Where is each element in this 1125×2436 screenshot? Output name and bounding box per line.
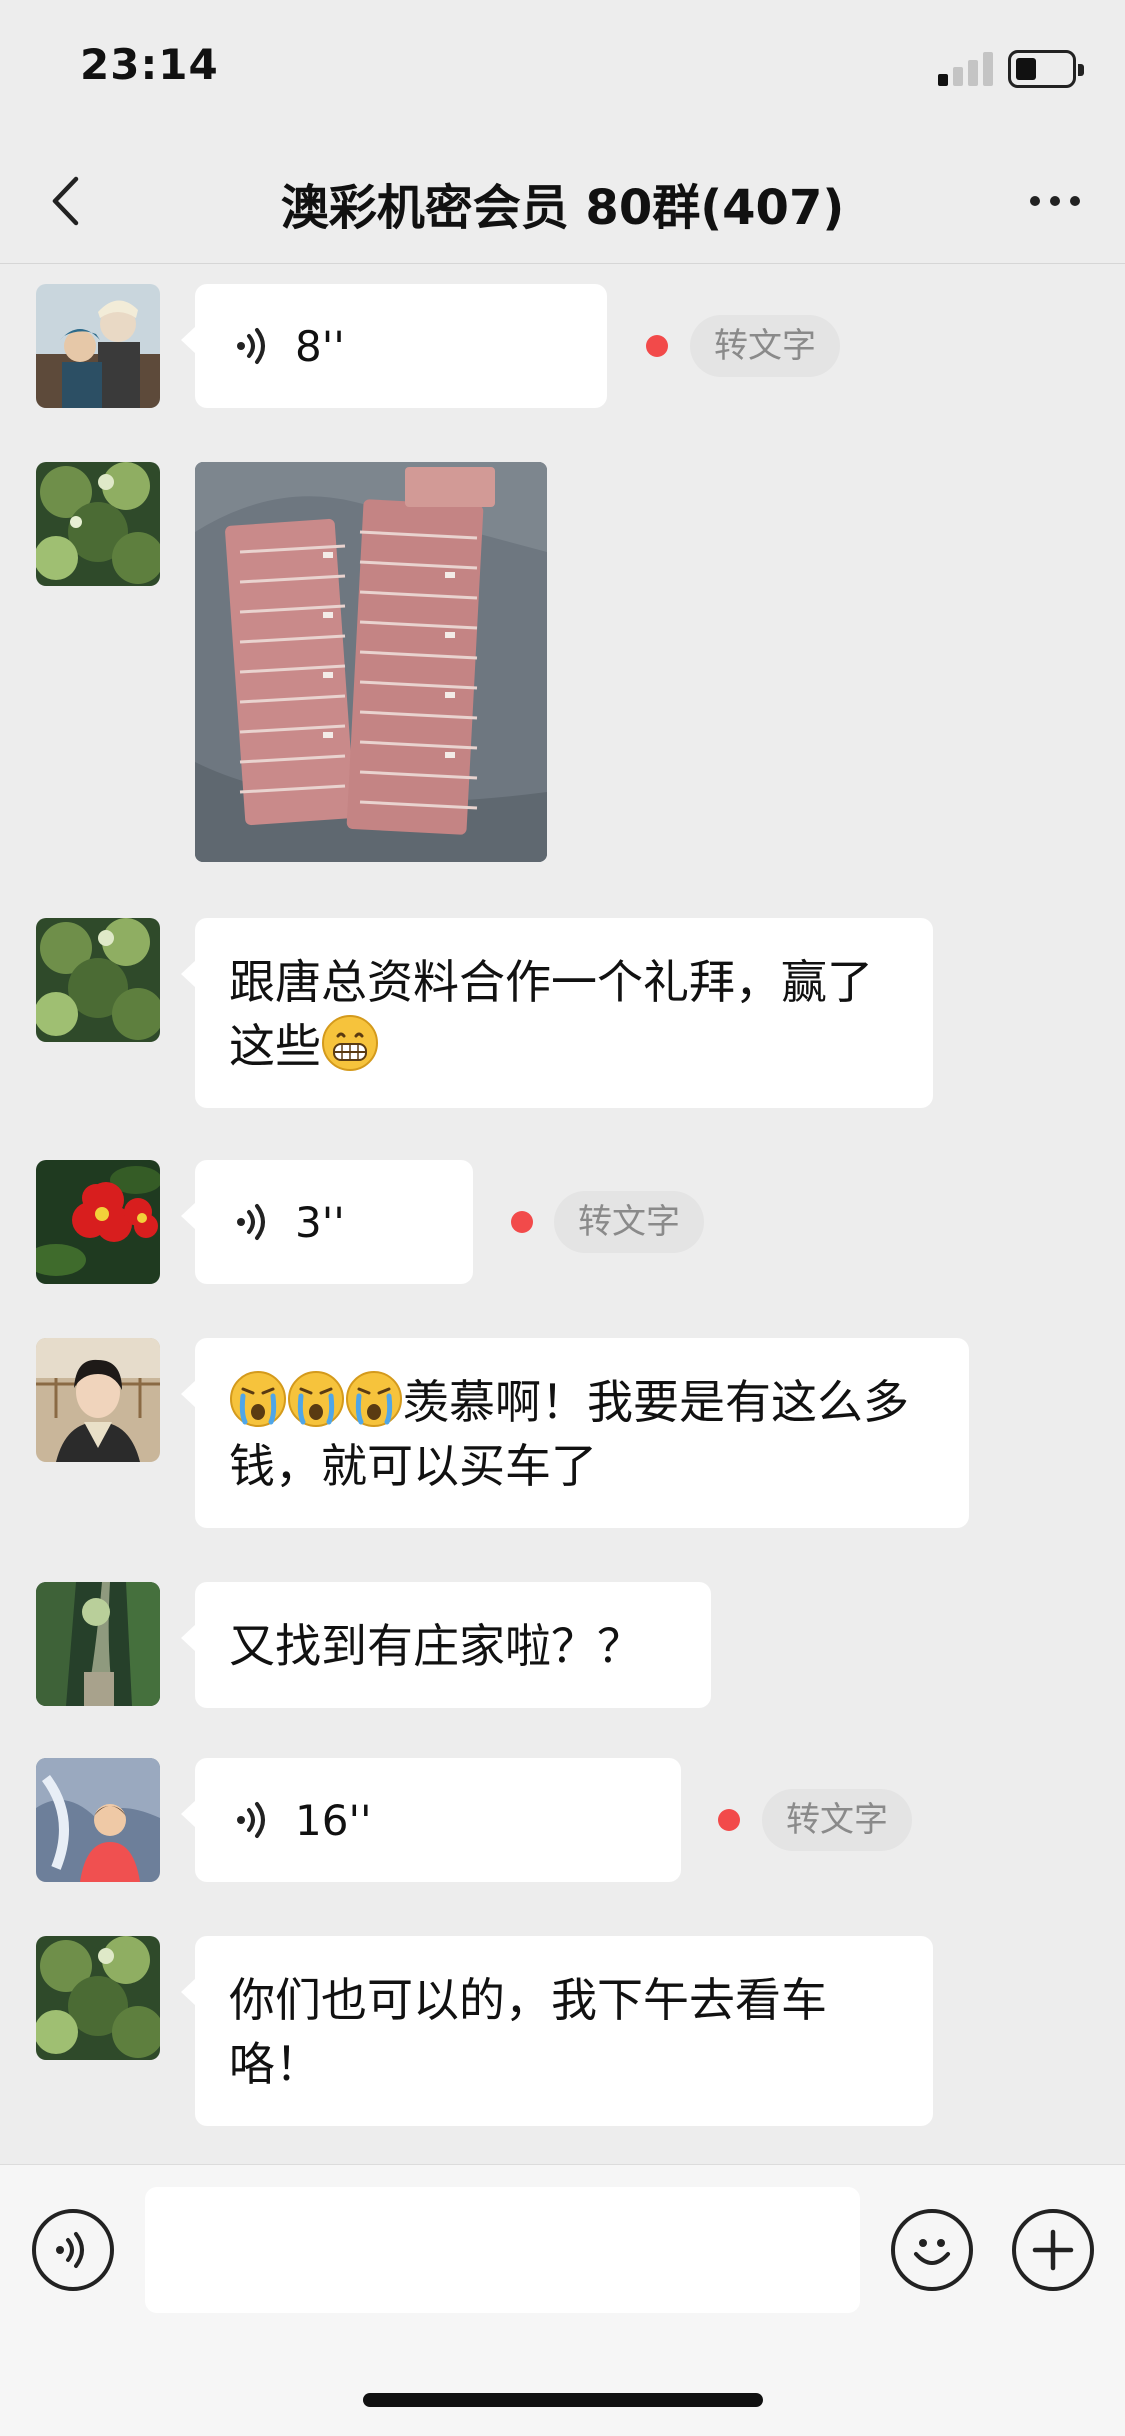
message-text: 你们也可以的，我下午去看车咯！: [229, 1973, 827, 2091]
voice-wave-icon: [237, 328, 265, 364]
transcribe-button[interactable]: 转文字: [554, 1191, 704, 1253]
avatar[interactable]: [36, 462, 160, 586]
avatar[interactable]: [36, 918, 160, 1042]
text-message[interactable]: 又找到有庄家啦？？: [181, 1582, 711, 1708]
voice-input-icon: [56, 2232, 84, 2268]
text-message[interactable]: 跟唐总资料合作一个礼拜，赢了这些: [181, 918, 933, 1108]
chat-screen: 23:14 澳彩机密会员 80群(407) 8'' 转文字 跟唐总资料合作一个礼…: [0, 0, 1125, 2436]
chevron-left-icon: [52, 176, 79, 226]
transcribe-button[interactable]: 转文字: [762, 1789, 912, 1851]
crying-face-icon: [230, 1371, 286, 1427]
voice-message[interactable]: 16'': [181, 1758, 681, 1882]
image-message[interactable]: [195, 462, 547, 862]
status-time: 23:14: [80, 40, 219, 89]
voice-duration: 8'': [295, 321, 345, 371]
unread-dot: [511, 1211, 533, 1233]
voice-message[interactable]: 8'': [181, 284, 607, 408]
plus-icon: [1032, 2229, 1074, 2271]
unread-dot: [718, 1809, 740, 1831]
more-dots-icon: [1030, 196, 1040, 206]
voice-duration: 3'': [295, 1197, 345, 1247]
message-list[interactable]: 8'' 转文字 跟唐总资料合作一个礼拜，赢了这些 3'' 转文字 羡慕啊！我要是…: [0, 264, 1125, 2164]
avatar[interactable]: [36, 1758, 160, 1882]
text-message[interactable]: 羡慕啊！我要是有这么多钱，就可以买车了: [181, 1338, 969, 1528]
voice-wave-icon: [237, 1204, 265, 1240]
avatar[interactable]: [36, 1338, 160, 1462]
avatar[interactable]: [36, 284, 160, 408]
voice-duration: 16'': [295, 1795, 372, 1845]
back-button[interactable]: [30, 166, 100, 236]
message-input[interactable]: [145, 2187, 860, 2313]
avatar[interactable]: [36, 1936, 160, 2060]
voice-toggle-button[interactable]: [32, 2209, 114, 2291]
chat-title: 澳彩机密会员 80群(407): [280, 180, 845, 236]
emoji-button[interactable]: [891, 2209, 973, 2291]
voice-wave-icon: [237, 1802, 265, 1838]
battery-icon: [1008, 50, 1084, 88]
signal-icon: [938, 52, 994, 86]
input-bar: [0, 2164, 1125, 2436]
message-text: 又找到有庄家啦？？: [229, 1619, 643, 1673]
status-bar: 23:14: [0, 0, 1125, 138]
grinning-face-icon: [322, 1015, 378, 1071]
crying-face-icon: [346, 1371, 402, 1427]
banknotes-image: [195, 462, 547, 862]
unread-dot: [646, 335, 668, 357]
text-message[interactable]: 你们也可以的，我下午去看车咯！: [181, 1936, 933, 2126]
transcribe-button[interactable]: 转文字: [690, 315, 840, 377]
nav-bar: 澳彩机密会员 80群(407): [0, 138, 1125, 264]
more-button[interactable]: [1015, 166, 1095, 236]
crying-face-icon: [288, 1371, 344, 1427]
smiley-icon: [914, 2239, 950, 2265]
voice-message[interactable]: 3'': [181, 1160, 473, 1284]
avatar[interactable]: [36, 1582, 160, 1706]
avatar[interactable]: [36, 1160, 160, 1284]
add-button[interactable]: [1012, 2209, 1094, 2291]
home-indicator: [363, 2393, 763, 2407]
